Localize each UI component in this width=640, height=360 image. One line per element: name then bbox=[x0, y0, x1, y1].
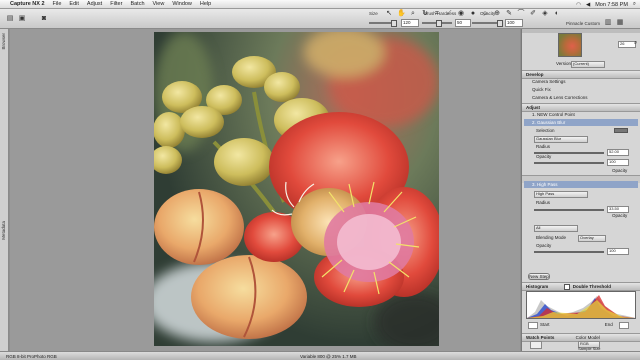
menu-batch[interactable]: Batch bbox=[130, 1, 144, 7]
histogram-label: Histogram bbox=[526, 284, 549, 289]
new-step-button[interactable]: New Step bbox=[528, 273, 550, 280]
straighten-tool-icon[interactable]: ⟋ bbox=[445, 10, 453, 18]
end-field[interactable] bbox=[619, 322, 629, 329]
hand-tool-icon[interactable]: ✋ bbox=[397, 10, 406, 18]
opacity-field[interactable]: 100 bbox=[505, 19, 523, 27]
version-label: Version bbox=[556, 61, 572, 66]
opacity-toggle[interactable]: Opacity bbox=[524, 167, 638, 174]
workspace-icon[interactable]: ▥ bbox=[604, 19, 612, 27]
gaussian-select[interactable]: Gaussian Blur bbox=[534, 136, 588, 143]
histogram-graph bbox=[527, 295, 635, 318]
opacity-slider[interactable] bbox=[534, 162, 604, 164]
panel-toggle-icon[interactable]: ▦ bbox=[616, 19, 624, 27]
opacity3-slider[interactable] bbox=[534, 251, 604, 253]
toolbar: ▤ ▣ ◙ Size 120 Brush Hardness 50 Opacity… bbox=[0, 9, 640, 29]
channel-select[interactable]: All bbox=[534, 225, 578, 232]
watch-points-label: Watch Points bbox=[526, 335, 555, 340]
step-control-point[interactable]: 1. NEW Control Point bbox=[524, 111, 638, 118]
folder-icon[interactable]: ▤ bbox=[6, 15, 14, 23]
red-eye-tool-icon[interactable]: ◉ bbox=[457, 10, 465, 18]
menu-edit[interactable]: Edit bbox=[69, 1, 78, 7]
auto-retouch-icon[interactable]: ✎ bbox=[505, 10, 513, 18]
fill-tool-icon[interactable]: ◈ bbox=[541, 10, 549, 18]
tab-browser[interactable]: Browser bbox=[1, 33, 8, 50]
gradient-tool-icon[interactable]: ◐ bbox=[553, 10, 561, 18]
navigator-thumbnail[interactable] bbox=[558, 33, 582, 57]
open-image-icon[interactable]: ▣ bbox=[18, 15, 26, 23]
blending-select[interactable]: Overlay bbox=[578, 235, 606, 242]
develop-item-quick-fix[interactable]: Quick Fix bbox=[524, 86, 638, 93]
hardness-field[interactable]: 50 bbox=[455, 19, 471, 27]
step-high-pass[interactable]: 3. High Pass bbox=[524, 181, 638, 188]
preset-label[interactable]: Pinnacle Custom bbox=[566, 21, 600, 26]
color-point-icon[interactable]: ⊕ bbox=[493, 10, 501, 18]
lasso-tool-icon[interactable]: ⌒ bbox=[517, 10, 525, 18]
camera-icon[interactable]: ◙ bbox=[40, 15, 48, 23]
move-tool-icon[interactable]: ↖ bbox=[385, 10, 393, 18]
menu-app[interactable]: Capture NX 2 bbox=[10, 1, 45, 7]
blending-label: Blending Mode bbox=[536, 235, 567, 240]
photo-image[interactable] bbox=[154, 32, 439, 346]
selection-row: Selection bbox=[524, 127, 638, 134]
radius2-label: Radius bbox=[536, 200, 551, 205]
menu-bar: Capture NX 2 File Edit Adjust Filter Bat… bbox=[0, 0, 640, 9]
double-threshold-label: Double Threshold bbox=[572, 284, 612, 289]
tab-metadata[interactable]: Metadata bbox=[1, 221, 8, 240]
opacity-field[interactable]: 100 bbox=[607, 159, 629, 166]
black-point-icon[interactable]: ● bbox=[469, 10, 477, 18]
menu-filter[interactable]: Filter bbox=[110, 1, 122, 7]
histogram-chart bbox=[526, 291, 636, 319]
opacity3-field[interactable]: 100 bbox=[607, 248, 629, 255]
white-point-icon[interactable]: ○ bbox=[481, 10, 489, 18]
size-field[interactable]: 120 bbox=[401, 19, 419, 27]
high-pass-select[interactable]: High Pass bbox=[534, 191, 588, 198]
double-threshold-checkbox[interactable] bbox=[563, 283, 570, 290]
menu-clock[interactable]: Mon 7:58 PM bbox=[595, 2, 628, 8]
color-model-label: Color Model bbox=[575, 335, 600, 340]
menu-window[interactable]: Window bbox=[172, 1, 192, 7]
start-field[interactable] bbox=[528, 322, 538, 329]
histogram-range-row: Start End bbox=[524, 321, 638, 329]
hardness-slider[interactable] bbox=[422, 20, 452, 27]
status-left: RGB 8-bit ProPhoto RGB bbox=[6, 354, 57, 359]
histogram-header[interactable]: Histogram Double Threshold bbox=[522, 282, 640, 291]
right-panel: 26 ⌕ Version (Current) Develop Camera Se… bbox=[521, 29, 640, 351]
menu-view[interactable]: View bbox=[153, 1, 165, 7]
selection-label[interactable]: Selection bbox=[536, 128, 555, 133]
version-select[interactable]: (Current) bbox=[571, 61, 605, 68]
opacity-slider[interactable] bbox=[472, 20, 503, 27]
end-label: End bbox=[604, 322, 613, 327]
develop-item-camera-settings[interactable]: Camera Settings bbox=[524, 78, 638, 85]
selection-swatch[interactable] bbox=[614, 128, 628, 133]
rotate-tool-icon[interactable]: ↻ bbox=[421, 10, 429, 18]
version-row: Version (Current) bbox=[524, 60, 638, 68]
start-label: Start bbox=[540, 322, 550, 327]
volume-icon[interactable]: ◀ bbox=[586, 2, 590, 8]
zoom-icon[interactable]: ⌕ bbox=[634, 40, 637, 47]
step-gaussian-blur[interactable]: 2. Gaussian Blur bbox=[524, 119, 638, 126]
zoom-tool-icon[interactable]: ⌕ bbox=[409, 10, 417, 18]
menu-file[interactable]: File bbox=[53, 1, 62, 7]
spotlight-icon[interactable]: ⌕ bbox=[633, 1, 636, 8]
develop-item-camera-lens[interactable]: Camera & Lens Corrections bbox=[524, 94, 638, 101]
status-center: Variable 800 @ 25% 1.7 MB bbox=[300, 354, 357, 359]
opacity2-toggle[interactable]: Opacity bbox=[524, 212, 638, 219]
watch-point-tool-icon[interactable] bbox=[530, 341, 542, 349]
menu-adjust[interactable]: Adjust bbox=[87, 1, 102, 7]
size-slider[interactable] bbox=[369, 20, 397, 27]
status-bar: RGB 8-bit ProPhoto RGB Variable 800 @ 25… bbox=[0, 351, 640, 360]
left-panel-strip: Browser Metadata bbox=[0, 29, 9, 351]
crop-tool-icon[interactable]: ⌗ bbox=[433, 10, 441, 18]
selection-brush-icon[interactable]: ✐ bbox=[529, 10, 537, 18]
radius2-slider[interactable] bbox=[534, 209, 604, 211]
size-label: Size bbox=[369, 11, 378, 16]
wifi-icon[interactable]: ◠ bbox=[576, 2, 581, 8]
menu-help[interactable]: Help bbox=[200, 1, 211, 7]
flower-photo bbox=[154, 32, 439, 346]
